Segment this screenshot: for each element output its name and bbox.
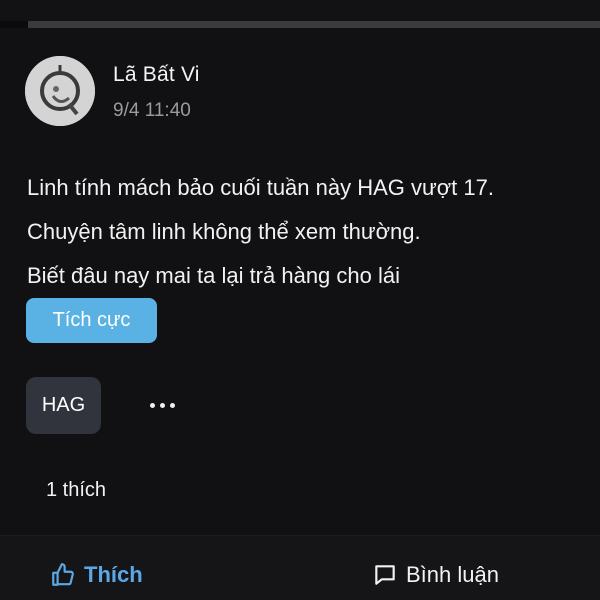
like-button[interactable]: Thích — [50, 560, 143, 590]
like-count[interactable]: 1 thích — [46, 479, 106, 502]
author-name[interactable]: Lã Bất Vi — [113, 63, 200, 87]
post-body-line: Biết đâu nay mai ta lại trả hàng cho lái — [27, 263, 401, 288]
post-timestamp: 9/4 11:40 — [113, 100, 191, 121]
post-body-line: Chuyện tâm linh không thể xem thường. — [27, 219, 421, 244]
sentiment-badge[interactable]: Tích cực — [26, 298, 157, 343]
comment-button-label: Bình luận — [406, 562, 499, 587]
section-divider — [28, 21, 600, 28]
comment-icon — [372, 562, 398, 588]
more-dots-icon — [149, 402, 155, 408]
avatar[interactable] — [25, 56, 95, 126]
post-body-line: Linh tính mách bảo cuối tuần này HAG vượ… — [27, 175, 494, 200]
more-dots-icon — [169, 402, 175, 408]
thumbs-up-icon — [50, 562, 76, 588]
post-page: Lã Bất Vi 9/4 11:40 Linh tính mách bảo c… — [0, 0, 600, 600]
post-action-bar: Thích Bình luận — [0, 535, 600, 600]
like-button-label: Thích — [84, 562, 143, 587]
post-body: Linh tính mách bảo cuối tuần này HAG vượ… — [27, 166, 597, 298]
previous-post-edge — [0, 0, 600, 21]
avatar-image — [25, 56, 95, 126]
ticker-tag-chip[interactable]: HAG — [26, 377, 101, 434]
comment-button[interactable]: Bình luận — [372, 560, 499, 590]
more-options-button[interactable] — [140, 393, 184, 417]
more-dots-icon — [159, 402, 165, 408]
